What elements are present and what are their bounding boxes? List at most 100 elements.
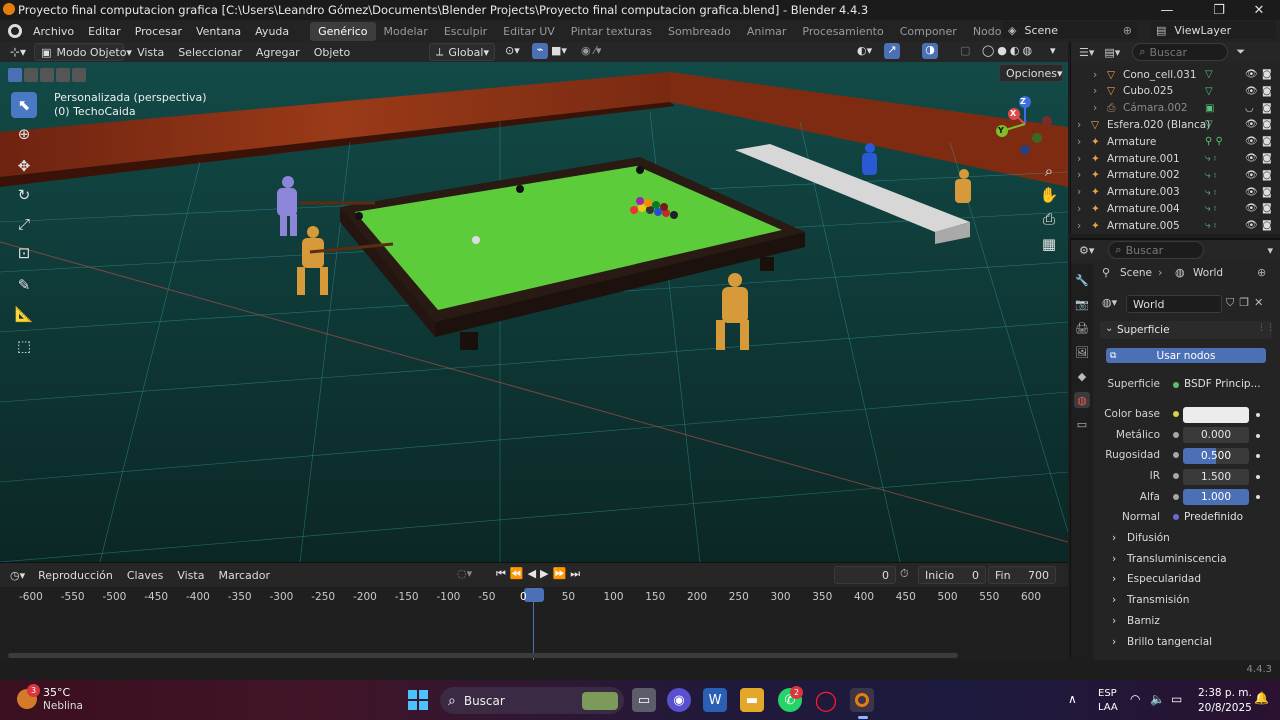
end-frame-field[interactable]: Fin 700 [988, 566, 1056, 584]
render-camera-icon[interactable]: ◙ [1262, 203, 1272, 214]
subsection-header[interactable]: Barniz [1127, 615, 1160, 627]
select-new-icon[interactable] [8, 68, 22, 82]
tab-esculpir[interactable]: Esculpir [436, 22, 495, 41]
battery-icon[interactable]: ▭ [1171, 692, 1182, 706]
outliner-item[interactable]: › ▽ Cono_cell.031 ▽ 👁 ◙ [1071, 66, 1280, 83]
ortho-toggle-button[interactable]: ▦ [1038, 233, 1060, 255]
language-code[interactable]: ESP [1098, 688, 1117, 699]
visibility-eye-icon[interactable]: 👁 [1245, 220, 1258, 231]
render-camera-icon[interactable]: ◙ [1262, 136, 1272, 147]
drag-handle-icon[interactable]: ⋮⋮ [1257, 323, 1275, 333]
cursor-tool[interactable]: ⊕ [11, 121, 37, 147]
viewlayer-selector[interactable]: ▤ ViewLayer [1150, 21, 1276, 39]
minimize-button[interactable]: — [1144, 0, 1190, 20]
select-subtract-icon[interactable] [40, 68, 54, 82]
expand-arrow-icon[interactable]: › [1112, 594, 1116, 606]
camera-view-button[interactable]: ⎙ [1038, 208, 1060, 230]
pin-icon[interactable]: ⊕ [1123, 24, 1132, 37]
subsection-header[interactable]: Especularidad [1127, 573, 1201, 585]
menu-agregar[interactable]: Agregar [249, 46, 307, 59]
snap-icon[interactable]: ⌁ [532, 43, 548, 59]
wifi-icon[interactable]: ◠ [1130, 692, 1140, 706]
keyframe-dot-icon[interactable] [1256, 434, 1260, 438]
visibility-eye-icon[interactable]: 👁 [1245, 119, 1258, 130]
render-camera-icon[interactable]: ◙ [1262, 187, 1272, 198]
blender-menu-icon[interactable] [8, 24, 22, 38]
chevron-up-icon[interactable]: ∧ [1068, 692, 1077, 706]
render-camera-icon[interactable]: ◙ [1262, 220, 1272, 231]
measure-tool[interactable]: 📐 [11, 301, 37, 327]
pivot-icon[interactable]: ⊙▾ [505, 44, 520, 57]
render-camera-icon[interactable]: ◙ [1262, 103, 1272, 114]
expand-arrow-icon[interactable]: › [1112, 573, 1116, 585]
filter-icon[interactable]: ⏷ [1236, 45, 1245, 59]
subsection-header[interactable]: Transmisión [1127, 594, 1189, 606]
visibility-eye-icon[interactable]: 👁 [1245, 203, 1258, 214]
modifier-icon[interactable]: ⤷ ⦂ [1205, 153, 1216, 164]
render-camera-icon[interactable]: ◙ [1262, 153, 1272, 164]
orientation-dropdown[interactable]: ⟂ Global ▾ [429, 43, 495, 61]
overlay-toggle-icon[interactable]: ◑ [922, 43, 938, 59]
properties-editor-icon[interactable]: ⚙▾ [1079, 244, 1094, 257]
expand-arrow-icon[interactable]: › [1077, 220, 1081, 232]
windows-start-icon[interactable] [406, 688, 430, 712]
modifier-icon[interactable]: ▣ [1205, 103, 1214, 114]
menu-marcador[interactable]: Marcador [211, 569, 277, 582]
gizmo-y-label[interactable]: Y [998, 126, 1004, 135]
visibility-eye-icon[interactable]: ◡ [1245, 103, 1254, 114]
visibility-eye-icon[interactable]: 👁 [1245, 153, 1258, 164]
outliner-item[interactable]: › ✦ Armature ⚲ ⚲ 👁 ◙ [1071, 133, 1280, 150]
outliner-search[interactable]: ⌕ Buscar [1132, 43, 1229, 61]
annotate-tool[interactable]: ✎ [11, 272, 37, 298]
opera-icon[interactable]: ◯ [814, 688, 838, 712]
expand-arrow-icon[interactable]: › [1093, 102, 1097, 114]
tab-modelar[interactable]: Modelar [376, 22, 436, 41]
xray-icon[interactable]: ▢ [960, 44, 970, 57]
zoom-button[interactable]: ⌕ [1038, 160, 1060, 182]
visibility-eye-icon[interactable]: 👁 [1245, 136, 1258, 147]
modifier-icon[interactable]: ⤷ ⦂ [1205, 220, 1216, 231]
modifier-icon[interactable]: ▽ [1205, 86, 1213, 97]
world-name-field[interactable]: World [1126, 295, 1222, 313]
use-nodes-button[interactable]: ⧉ Usar nodos [1106, 348, 1266, 363]
menu-editar[interactable]: Editar [81, 25, 128, 38]
render-tab-icon[interactable]: 📷 [1074, 296, 1090, 312]
surface-shader-value[interactable]: BSDF Princip... [1184, 378, 1261, 390]
tab-editar-uv[interactable]: Editar UV [495, 22, 563, 41]
copilot-icon[interactable]: ◉ [667, 688, 691, 712]
expand-arrow-icon[interactable]: › [1077, 119, 1081, 131]
menu-seleccionar[interactable]: Seleccionar [171, 46, 249, 59]
options-dropdown[interactable]: Opciones ▾ [999, 64, 1063, 82]
visibility-eye-icon[interactable]: 👁 [1245, 69, 1258, 80]
move-tool[interactable]: ✥ [11, 153, 37, 179]
view-layer-tab-icon[interactable]: 🖼 [1074, 344, 1090, 360]
outliner-item[interactable]: › ✦ Armature.002 ⤷ ⦂ 👁 ◙ [1071, 167, 1280, 184]
outliner-item[interactable]: › ▽ Esfera.020 (Blanca) ▽ 👁 ◙ [1071, 116, 1280, 133]
modifier-icon[interactable]: ⤷ ⦂ [1205, 203, 1216, 214]
menu-archivo[interactable]: Archivo [26, 25, 81, 38]
render-camera-icon[interactable]: ◙ [1262, 170, 1272, 181]
add-cube-tool[interactable]: ⬚ [11, 333, 37, 359]
snap-target-icon[interactable]: ■▾ [551, 44, 567, 57]
scale-tool[interactable]: ⤢ [11, 211, 37, 237]
modifier-icon[interactable]: ▽ [1205, 119, 1213, 130]
outliner-editor-icon[interactable]: ☰▾ [1079, 46, 1094, 59]
playback-controls[interactable]: ⏮⏪◀▶⏩⏭ [496, 567, 584, 581]
select-box-tool[interactable]: ⬉ [11, 92, 37, 118]
menu-reproduccion[interactable]: Reproducción [31, 569, 120, 582]
blender-taskbar-icon[interactable] [850, 688, 874, 712]
shading-modes-icon[interactable]: ◯●◐◍ [982, 44, 1035, 57]
subsection-header[interactable]: Brillo tangencial [1127, 636, 1212, 648]
tab-generico[interactable]: Genérico [310, 21, 376, 41]
timeline-editor[interactable]: ◷▾ Reproducción Claves Vista Marcador ◌▾… [0, 562, 1068, 660]
roughness-field[interactable]: 0.500 [1183, 448, 1249, 464]
rotate-tool[interactable]: ↻ [11, 182, 37, 208]
shading-options-icon[interactable]: ▾ [1050, 44, 1056, 57]
taskbar-search[interactable]: ⌕ Buscar [440, 687, 624, 714]
subsection-header[interactable]: Difusión [1127, 532, 1170, 544]
outliner-item[interactable]: › ✦ Armature.005 ⤷ ⦂ 👁 ◙ [1071, 217, 1280, 234]
expand-arrow-icon[interactable]: › [1077, 203, 1081, 215]
outliner-item[interactable]: › ⎙ Cámara.002 ▣ ◡ ◙ [1071, 100, 1280, 117]
transform-tool[interactable]: ⊡ [11, 240, 37, 266]
pan-button[interactable]: ✋ [1038, 184, 1060, 206]
